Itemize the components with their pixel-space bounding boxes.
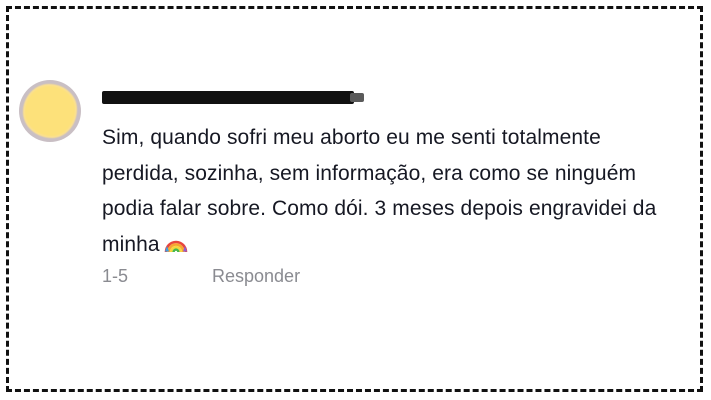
comment-meta: 1-5 Responder (102, 264, 300, 288)
rainbow-emoji-icon (164, 230, 188, 266)
avatar-image-blurred (25, 86, 75, 136)
reply-button[interactable]: Responder (212, 266, 300, 287)
comment-card: Sim, quando sofri meu aborto eu me senti… (9, 9, 700, 389)
avatar[interactable] (19, 80, 81, 142)
screenshot-frame: Sim, quando sofri meu aborto eu me senti… (6, 6, 703, 392)
comment-body: Sim, quando sofri meu aborto eu me senti… (102, 120, 662, 265)
comment-date: 1-5 (102, 265, 129, 286)
username-redaction-bar (102, 91, 364, 104)
